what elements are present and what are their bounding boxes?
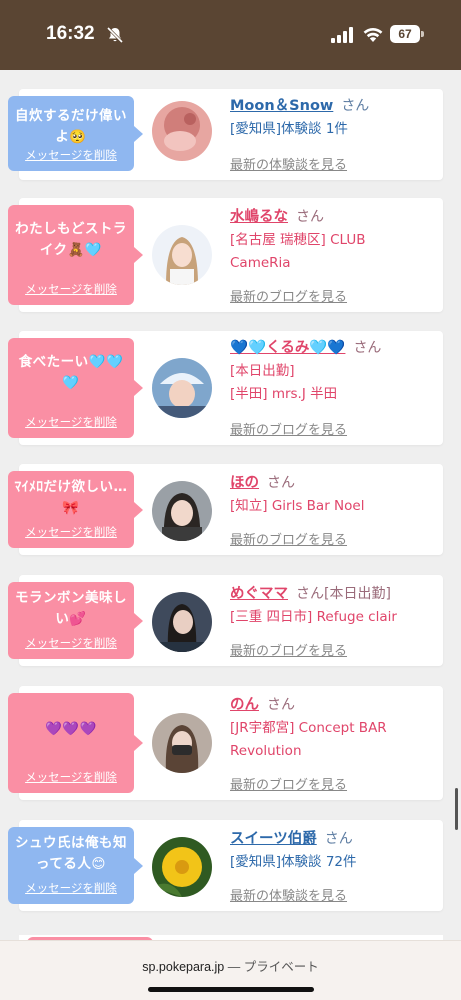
message-bubble: わたしもどストライク🧸🩵 メッセージを削除	[8, 205, 143, 305]
delete-message-link[interactable]: メッセージを削除	[8, 524, 134, 540]
delete-message-link[interactable]: メッセージを削除	[8, 880, 134, 896]
message-text: 食べたーい🩵🩵🩵	[18, 354, 124, 391]
private-mode-label: プライベート	[243, 960, 319, 974]
message-text: 自炊するだけ偉いよ🥺	[15, 108, 127, 145]
message-text: ﾏｲﾒﾛだけ欲しい…🎀	[14, 479, 128, 516]
view-latest-link[interactable]: 最新の体験談を見る	[230, 885, 347, 904]
user-detail: [知立] Girls Bar Noel	[230, 498, 365, 514]
url-domain: sp.pokepara.jp	[142, 960, 225, 974]
message-text: 💜💜💜	[45, 721, 97, 737]
honorific: さん	[324, 831, 353, 847]
user-name-link[interactable]: のん	[230, 697, 259, 713]
delete-message-link[interactable]: メッセージを削除	[8, 769, 134, 785]
message-list[interactable]: 自炊するだけ偉いよ🥺 メッセージを削除 Moon＆Snow さん [愛知県]体験談…	[0, 70, 461, 940]
user-name-link[interactable]: ほの	[230, 475, 259, 491]
honorific: さん	[267, 475, 295, 491]
avatar[interactable]	[152, 101, 212, 161]
avatar[interactable]	[152, 592, 212, 652]
avatar[interactable]	[152, 358, 212, 418]
user-detail: [名古屋 瑞穂区] CLUB CameRia	[230, 232, 366, 271]
message-bubble: 食べたーい🩵🩵🩵 メッセージを削除	[8, 338, 143, 438]
battery-icon: 67	[390, 25, 424, 43]
user-detail: [半田] mrs.J 半田	[230, 386, 338, 402]
user-detail: [本日出勤]	[230, 363, 295, 379]
scrollbar[interactable]	[455, 788, 458, 830]
message-text: わたしもどストライク🧸🩵	[15, 221, 127, 258]
signal-icon	[331, 27, 353, 43]
browser-bottom-bar: sp.pokepara.jp — プライベート	[0, 940, 461, 1000]
message-bubble: モランボン美味しい💕 メッセージを削除	[8, 582, 143, 659]
honorific: さん[本日出勤]	[296, 586, 391, 602]
view-latest-link[interactable]: 最新のブログを見る	[230, 529, 347, 548]
delete-message-link[interactable]: メッセージを削除	[8, 414, 134, 430]
bell-off-icon	[106, 26, 124, 44]
avatar[interactable]	[152, 837, 212, 897]
address-bar[interactable]: sp.pokepara.jp — プライベート	[0, 956, 461, 975]
honorific: さん	[296, 209, 324, 225]
message-bubble: ﾏｲﾒﾛだけ欲しい…🎀 メッセージを削除	[8, 471, 143, 548]
message-bubble: 💜💜💜 メッセージを削除	[8, 693, 143, 793]
user-name-link[interactable]: 💙🩵くるみ🩵💙	[230, 340, 345, 356]
user-detail: [愛知県]体験談 72件	[230, 854, 357, 870]
user-name-link[interactable]: 水嶋るな	[230, 209, 288, 225]
user-detail: [三重 四日市] Refuge clair	[230, 609, 397, 625]
clock: 16:32	[46, 23, 95, 44]
avatar[interactable]	[152, 713, 212, 773]
honorific: さん	[267, 697, 295, 713]
delete-message-link[interactable]: メッセージを削除	[8, 635, 134, 651]
wifi-icon	[363, 27, 383, 42]
user-name-link[interactable]: Moon＆Snow	[230, 98, 333, 114]
message-text: モランボン美味しい💕	[15, 590, 127, 627]
battery-level: 67	[390, 25, 420, 43]
message-bubble: シュウ氏は俺も知ってる人😊 メッセージを削除	[8, 827, 143, 904]
view-latest-link[interactable]: 最新のブログを見る	[230, 640, 347, 659]
user-name-link[interactable]: スイーツ伯爵	[230, 831, 317, 847]
honorific: さん	[353, 340, 382, 356]
avatar[interactable]	[152, 481, 212, 541]
message-text: シュウ氏は俺も知ってる人😊	[15, 835, 127, 872]
view-latest-link[interactable]: 最新のブログを見る	[230, 419, 347, 438]
user-name-link[interactable]: めぐママ	[230, 586, 288, 602]
view-latest-link[interactable]: 最新のブログを見る	[230, 286, 347, 305]
avatar[interactable]	[152, 225, 212, 285]
user-detail: [JR宇都宮] Concept BAR Revolution	[230, 720, 387, 759]
user-detail: [愛知県]体験談 1件	[230, 121, 348, 137]
honorific: さん	[341, 98, 370, 114]
view-latest-link[interactable]: 最新のブログを見る	[230, 774, 347, 793]
url-separator: —	[224, 960, 244, 974]
delete-message-link[interactable]: メッセージを削除	[8, 281, 134, 297]
view-latest-link[interactable]: 最新の体験談を見る	[230, 154, 347, 173]
delete-message-link[interactable]: メッセージを削除	[8, 147, 134, 163]
status-bar: 16:32 67	[0, 0, 461, 70]
home-indicator[interactable]	[148, 987, 314, 992]
message-bubble: 自炊するだけ偉いよ🥺 メッセージを削除	[8, 96, 143, 171]
